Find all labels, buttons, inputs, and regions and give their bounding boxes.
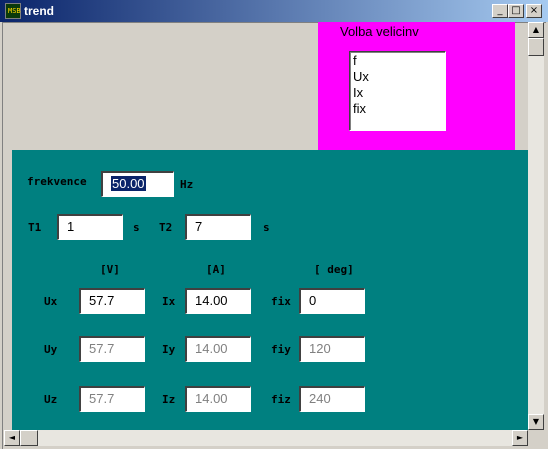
t2-unit: s	[263, 221, 270, 234]
iy-label: Iy	[162, 343, 176, 356]
ix-input[interactable]: 14.00	[185, 288, 251, 314]
scroll-right-button[interactable]: ►	[512, 430, 528, 446]
app-icon-text: MSB	[8, 7, 21, 15]
frequency-unit: Hz	[180, 178, 194, 191]
scroll-up-button[interactable]: ▲	[528, 22, 544, 38]
list-item[interactable]: Ix	[353, 85, 363, 101]
fiz-input[interactable]: 240	[299, 386, 365, 412]
vertical-scrollbar[interactable]	[528, 22, 544, 430]
frequency-input[interactable]: 50.00	[101, 171, 174, 197]
horizontal-scrollbar[interactable]	[4, 430, 528, 446]
iz-input[interactable]: 14.00	[185, 386, 251, 412]
uz-label: Uz	[44, 393, 58, 406]
frequency-label: frekvence	[27, 175, 87, 188]
title-bar[interactable]	[0, 0, 548, 22]
app-icon[interactable]: MSB	[5, 3, 21, 19]
ux-input[interactable]: 57.7	[79, 288, 145, 314]
t2-label: T2	[159, 221, 173, 234]
ix-label: Ix	[162, 295, 176, 308]
angle-unit-header: [ deg]	[314, 263, 354, 276]
t1-label: T1	[28, 221, 42, 234]
fix-label: fix	[271, 295, 291, 308]
fiz-label: fiz	[271, 393, 291, 406]
scroll-left-button[interactable]: ◄	[4, 430, 20, 446]
vertical-scroll-thumb[interactable]	[528, 38, 544, 56]
uy-input[interactable]: 57.7	[79, 336, 145, 362]
uz-input[interactable]: 57.7	[79, 386, 145, 412]
fiy-input[interactable]: 120	[299, 336, 365, 362]
list-item[interactable]: f	[353, 53, 357, 69]
iz-label: Iz	[162, 393, 176, 406]
iy-input[interactable]: 14.00	[185, 336, 251, 362]
horizontal-scroll-thumb[interactable]	[20, 430, 38, 446]
list-item[interactable]: fix	[353, 101, 366, 117]
voltage-unit-header: [V]	[100, 263, 120, 276]
t1-unit: s	[133, 221, 140, 234]
scroll-down-button[interactable]: ▼	[528, 414, 544, 430]
window-title: trend	[24, 4, 54, 18]
ux-label: Ux	[44, 295, 58, 308]
minimize-button[interactable]: _	[492, 4, 508, 18]
t1-input[interactable]: 1	[57, 214, 123, 240]
quantity-panel-label: Volba velicinv	[340, 24, 419, 39]
scrollbar-corner	[528, 430, 544, 446]
quantity-list[interactable]: f Ux Ix fix	[349, 51, 446, 131]
maximize-button[interactable]: □	[508, 4, 524, 18]
current-unit-header: [A]	[206, 263, 226, 276]
close-button[interactable]: ×	[526, 4, 542, 18]
fix-input[interactable]: 0	[299, 288, 365, 314]
t2-input[interactable]: 7	[185, 214, 251, 240]
frequency-value: 50.00	[111, 176, 146, 191]
uy-label: Uy	[44, 343, 58, 356]
list-item[interactable]: Ux	[353, 69, 369, 85]
fiy-label: fiy	[271, 343, 291, 356]
